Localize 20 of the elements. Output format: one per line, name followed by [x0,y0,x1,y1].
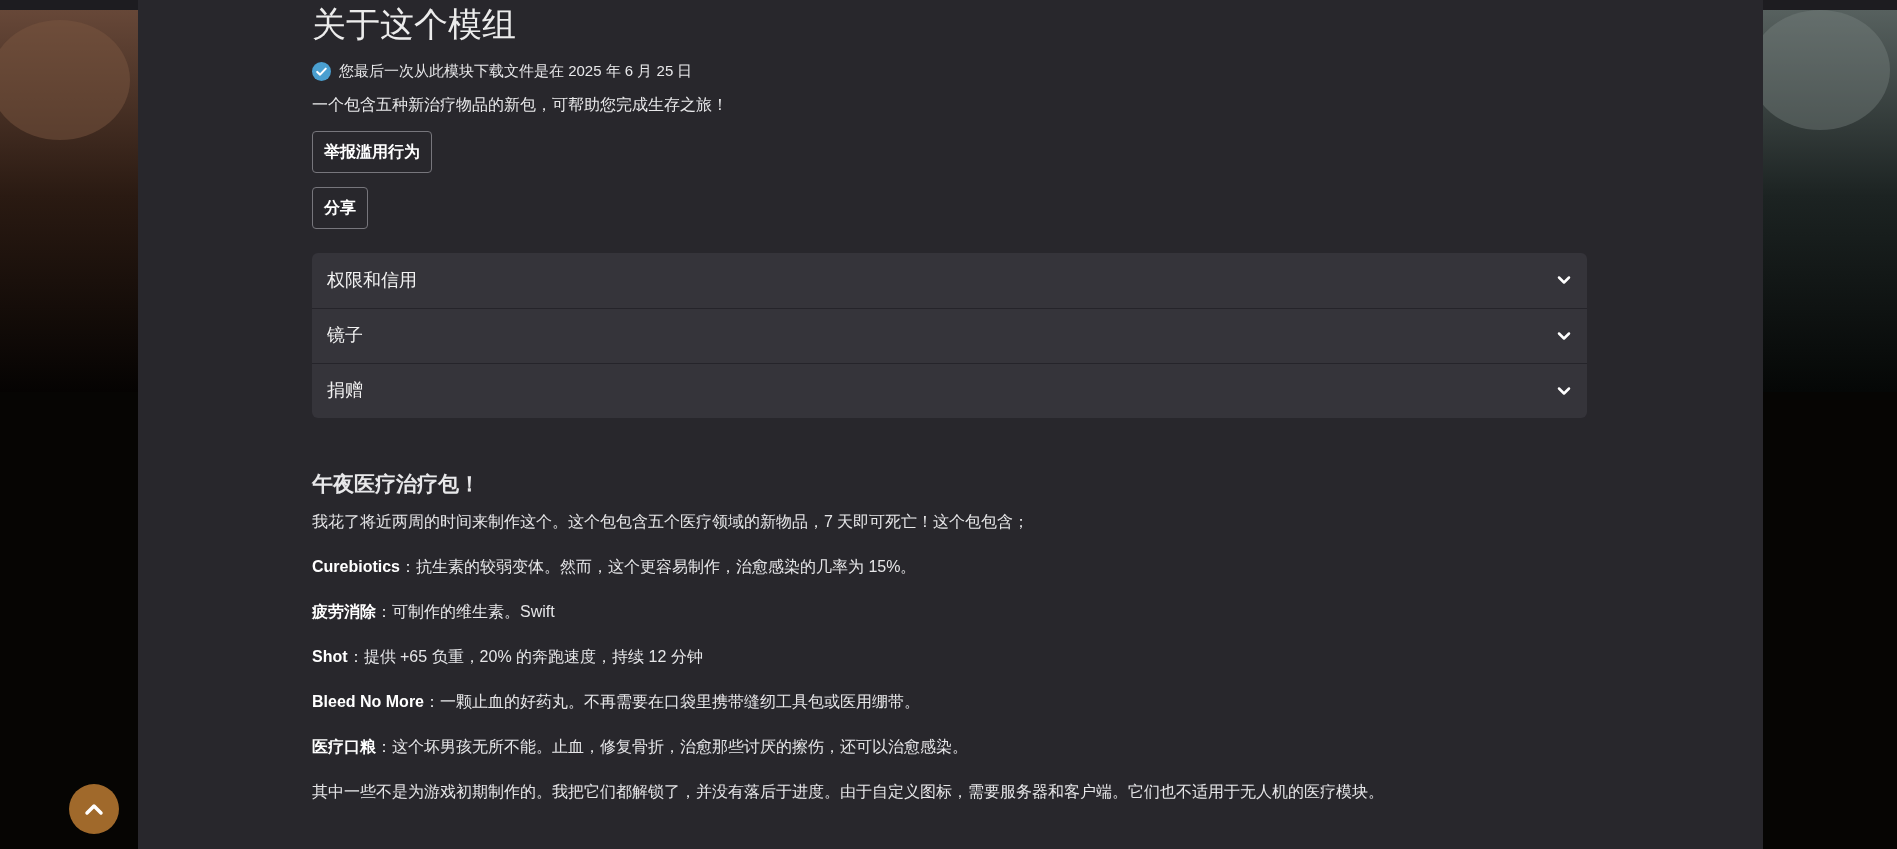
paragraph: 疲劳消除：可制作的维生素。Swift [312,602,556,622]
chevron-up-icon [84,802,104,816]
section-title: 关于这个模组 [312,4,517,45]
accordion-header[interactable]: 镜子 [312,307,1587,363]
chevron-icon [1557,330,1571,341]
paragraph: Curebiotics：抗生素的较弱变体。然而，这个更容易制作，治愈感染的几率为 15%。 [312,557,918,577]
chevron-icon [1557,275,1571,285]
download-notice: 您最后一次从此模块下载文件是在 2025 年 6 月 25 日 [339,61,693,81]
share-button[interactable]: 分享 [312,186,368,229]
paragraph: 我花了将近两周的时间来制作这个。这个包包含五个医疗领域的新物品，7 天即可死亡！这个包包含； [312,512,1031,532]
paragraph: Shot：提供 +65 负重，20% 的奔跑速度，持续 12 分钟 [312,647,704,667]
paragraph: Bleed No More：一颗止血的好药丸。不再需要在口袋里携带缝纫工具包或医用绷带。 [312,692,921,712]
report-button[interactable]: 举报滥用行为 [312,130,432,173]
accordion-header[interactable]: 捐赠 [312,362,1587,418]
paragraph: 医疗口粮：这个坏男孩无所不能。止血，修复骨折，治愈那些讨厌的擦伤，还可以治愈感染。 [312,737,969,757]
mod-summary: 一个包含五种新治疗物品的新包，可帮助您完成生存之旅！ [312,94,729,115]
accordion-header[interactable]: 权限和信用 [312,252,1587,308]
chevron-icon [1557,385,1571,396]
article-heading: 午夜医疗治疗包！ [312,470,481,497]
paragraph: 其中一些不是为游戏初期制作的。我把它们都解锁了，并没有落后于进度。由于自定义图标，需要服务器和客户端。它们也不适用于无人机的医疗模块。 [312,782,1385,802]
